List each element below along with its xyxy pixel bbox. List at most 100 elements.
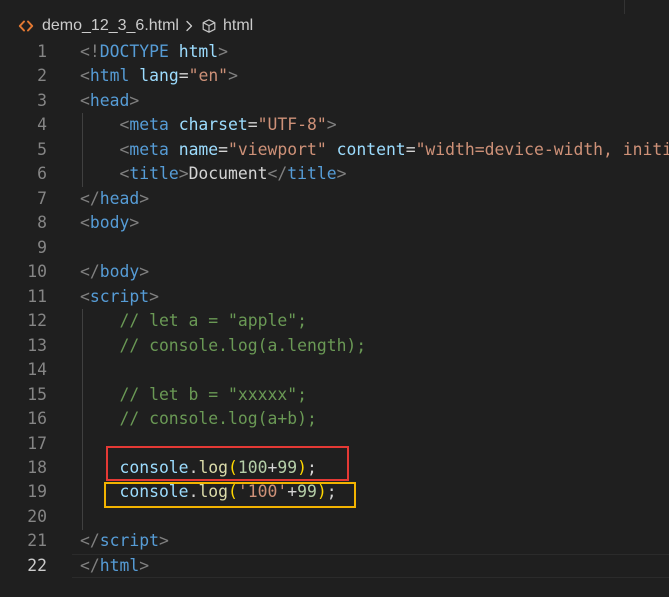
line-number: 18 [27, 457, 47, 477]
line-code[interactable] [80, 358, 669, 382]
code-token: < [80, 115, 130, 135]
line-code[interactable] [80, 505, 669, 529]
code-token: > [129, 213, 140, 233]
code-token: "viewport" [228, 139, 327, 159]
line-number: 12 [27, 311, 47, 331]
code-token: // let b = "xxxxx"; [80, 384, 307, 404]
code-line[interactable]: 14 [0, 358, 669, 382]
line-code[interactable]: <meta name="viewport" content="width=dev… [80, 138, 669, 162]
code-token: "UTF-8" [257, 115, 327, 135]
code-line[interactable]: 13 // console.log(a.length); [0, 334, 669, 358]
line-code[interactable]: <!DOCTYPE html> [80, 40, 669, 64]
code-token: > [149, 286, 159, 306]
code-line[interactable]: 22 </html> [0, 553, 669, 579]
code-token: </ [80, 555, 100, 575]
line-number: 16 [27, 409, 47, 429]
breadcrumb-file-name[interactable]: demo_12_3_6.html [42, 17, 179, 35]
line-number: 11 [27, 286, 47, 306]
code-token: > [139, 555, 150, 575]
annotation-box-yellow [104, 482, 356, 508]
code-token: < [80, 66, 90, 86]
code-token: > [326, 115, 337, 135]
line-number: 3 [37, 90, 47, 110]
code-line[interactable]: 7 </head> [0, 187, 669, 211]
line-code[interactable]: // console.log(a+b); [80, 407, 669, 431]
annotation-box-red [106, 446, 349, 481]
line-code[interactable]: <html lang="en"> [80, 64, 669, 88]
code-token: > [228, 66, 238, 86]
code-token: // console.log(a+b); [80, 409, 317, 429]
code-token: = [178, 66, 189, 86]
code-token: lang [129, 66, 179, 86]
code-line[interactable]: 10 </body> [0, 260, 669, 284]
line-number: 13 [27, 335, 47, 355]
breadcrumb-symbol-name[interactable]: html [223, 17, 253, 35]
line-code[interactable]: // let a = "apple"; [80, 309, 669, 333]
code-token: </ [80, 188, 100, 208]
line-number: 20 [27, 506, 47, 526]
line-code[interactable]: <body> [80, 211, 669, 235]
line-code[interactable]: <meta charset="UTF-8"> [80, 113, 669, 137]
line-number: 4 [37, 115, 47, 135]
code-line[interactable]: 15 // let b = "xxxxx"; [0, 383, 669, 407]
html-file-icon [18, 18, 34, 34]
line-number: 2 [37, 66, 47, 86]
line-code[interactable]: </body> [80, 260, 669, 284]
code-token: > [336, 164, 347, 184]
code-line[interactable]: 12 // let a = "apple"; [0, 309, 669, 333]
chevron-right-icon [183, 18, 195, 34]
code-token: <! [80, 42, 100, 61]
line-code[interactable]: </head> [80, 187, 669, 211]
code-token: "en" [188, 66, 229, 86]
code-token: title [287, 164, 337, 184]
code-token: title [129, 164, 179, 184]
code-token: Document [188, 164, 268, 184]
code-token: </ [267, 164, 288, 184]
code-line[interactable]: 6 <title>Document</title> [0, 162, 669, 186]
code-token: > [218, 42, 229, 61]
code-token: meta [129, 115, 169, 135]
code-line[interactable]: 8 <body> [0, 211, 669, 235]
code-line[interactable]: 4 <meta charset="UTF-8"> [0, 113, 669, 137]
code-token: charset [168, 115, 248, 135]
line-code[interactable]: // let b = "xxxxx"; [80, 383, 669, 407]
code-token: DOCTYPE [99, 42, 169, 61]
code-token: html [99, 555, 140, 575]
code-line[interactable]: 5 <meta name="viewport" content="width=d… [0, 138, 669, 162]
line-number: 19 [27, 482, 47, 502]
code-line[interactable]: 21 </script> [0, 529, 669, 553]
code-token: > [129, 90, 140, 110]
code-line[interactable]: 11 <script> [0, 285, 669, 309]
code-token: < [80, 164, 130, 184]
line-code[interactable]: </html> [80, 554, 669, 578]
code-line[interactable]: 3 <head> [0, 89, 669, 113]
code-token: html [168, 42, 219, 61]
line-number: 6 [37, 164, 47, 184]
code-token: script [89, 286, 150, 306]
code-token: body [89, 213, 130, 233]
code-editor[interactable]: 1 <!DOCTYPE html> 2 <html lang="en"> 3 <head>… [0, 40, 669, 597]
code-line[interactable]: 2 <html lang="en"> [0, 64, 669, 88]
line-number: 7 [37, 188, 47, 208]
vscode-editor-window: { "breadcrumb": { "file_icon": "html-fil… [0, 0, 669, 597]
line-code[interactable]: <head> [80, 89, 669, 113]
code-token: script [99, 531, 159, 551]
line-code[interactable]: <title>Document</title> [80, 162, 669, 186]
line-number: 21 [27, 531, 47, 551]
breadcrumb: demo_12_3_6.html html [0, 14, 253, 38]
code-line[interactable]: 9 [0, 236, 669, 260]
code-token: head [89, 90, 130, 110]
code-token: content [326, 139, 406, 159]
line-code[interactable] [80, 236, 669, 260]
line-code[interactable]: <script> [80, 285, 669, 309]
symbol-field-icon [201, 18, 217, 34]
code-token: < [80, 90, 90, 110]
code-line[interactable]: 16 // console.log(a+b); [0, 407, 669, 431]
line-number: 15 [27, 384, 47, 404]
line-number: 10 [27, 262, 47, 282]
line-code[interactable]: </script> [80, 529, 669, 553]
line-code[interactable]: // console.log(a.length); [80, 334, 669, 358]
code-token: // console.log(a.length); [80, 335, 367, 355]
code-line[interactable]: 20 [0, 505, 669, 529]
code-line[interactable]: 1 <!DOCTYPE html> [0, 40, 669, 64]
